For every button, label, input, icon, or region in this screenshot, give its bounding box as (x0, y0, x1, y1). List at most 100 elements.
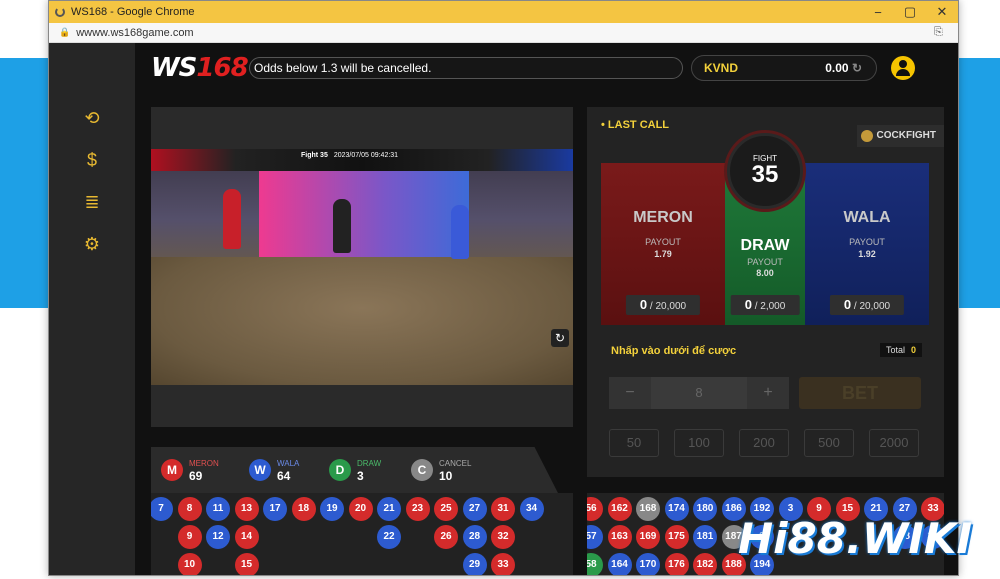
road-ball: 14 (234, 525, 259, 549)
increase-button[interactable]: + (747, 377, 789, 409)
bet-button[interactable]: BET (799, 377, 921, 409)
bet-panel: • LAST CALL COCKFIGHT MERON PAYOUT 1.79 … (587, 107, 944, 477)
cancel-stat-count: 10 (439, 469, 453, 483)
wala-card[interactable]: WALA PAYOUT 1.92 0 / 20,000 (805, 163, 929, 325)
road-ball: 29 (462, 553, 487, 575)
road-ball: 33 (491, 553, 515, 575)
wala-name: WALA (843, 209, 891, 226)
title-bar: WS168 - Google Chrome − ▢ ✕ (49, 1, 958, 23)
road-ball: 174 (664, 497, 689, 521)
chip-100[interactable]: 100 (674, 429, 724, 457)
wala-payout-label: PAYOUT (849, 237, 885, 247)
road-ball: 182 (693, 553, 717, 575)
video-panel: Fight 35 2023/07/05 09:42:31 ↻ (151, 107, 573, 427)
road-ball: 7 (151, 497, 173, 521)
road-ball: 19 (320, 497, 344, 521)
reload-icon[interactable]: ↻ (551, 329, 569, 347)
url-text[interactable]: wwww.ws168game.com (76, 27, 934, 39)
arena-floor (151, 257, 573, 385)
draw-payout: 8.00 (756, 268, 774, 278)
draw-pool: 0 / 2,000 (730, 295, 800, 315)
road-ball: 8 (177, 497, 202, 521)
road-ball: 25 (434, 497, 458, 521)
road-ball: 32 (491, 525, 515, 549)
road-ball: 11 (206, 497, 230, 521)
currency-label: KVND (704, 61, 739, 75)
meron-payout: 1.79 (654, 249, 672, 259)
report-icon[interactable]: ≣ (81, 191, 103, 213)
chip-50[interactable]: 50 (609, 429, 659, 457)
close-button[interactable]: ✕ (926, 4, 958, 20)
rooster-icon (860, 130, 873, 142)
road-ball: 18 (291, 497, 316, 521)
user-avatar-icon[interactable] (891, 56, 915, 80)
cancel-stat-label: CANCEL (439, 459, 472, 468)
window-title: WS168 - Google Chrome (71, 6, 195, 18)
header: WS168 Odds below 1.3 will be cancelled. … (135, 43, 958, 99)
chip-2000[interactable]: 2000 (869, 429, 919, 457)
road-ball: 180 (693, 497, 717, 521)
road-ball: 28 (462, 525, 487, 549)
result-road-left: 7 8 9 10 11 12 13 14 15 17 18 19 20 21 22 23 25 26 27 28 29 3… (151, 493, 573, 575)
road-ball: 168 (636, 497, 660, 521)
live-stream[interactable]: Fight 35 2023/07/05 09:42:31 ↻ (151, 149, 573, 385)
road-ball: 22 (377, 525, 401, 549)
road-ball: 175 (664, 525, 689, 549)
decrease-button[interactable]: − (609, 377, 651, 409)
road-ball: 176 (664, 553, 689, 575)
refresh-icon[interactable]: ↻ (852, 61, 862, 75)
road-ball: 21 (377, 497, 401, 521)
wala-pool: 0 / 20,000 (829, 295, 905, 315)
handler-red (223, 189, 241, 249)
notice-marquee: Odds below 1.3 will be cancelled. (249, 57, 683, 79)
logo[interactable]: WS168 (151, 53, 249, 83)
main-area: WS168 Odds below 1.3 will be cancelled. … (135, 43, 958, 575)
chip-200[interactable]: 200 (739, 429, 789, 457)
stream-title: Fight 35 2023/07/05 09:42:31 (301, 152, 399, 159)
draw-badge: D (329, 459, 351, 481)
stream-banner: Fight 35 2023/07/05 09:42:31 (151, 149, 573, 171)
chip-500[interactable]: 500 (804, 429, 854, 457)
wallet: KVND 0.00 ↻ (691, 55, 877, 81)
handler-blue (451, 205, 469, 259)
wala-stat-count: 64 (277, 469, 291, 483)
app: ⟲ $ ≣ ⚙ WS168 Odds below 1.3 will be can… (49, 43, 958, 575)
history-icon[interactable]: ⟲ (81, 107, 103, 129)
amount-input[interactable]: 8 (651, 377, 747, 409)
road-ball: 23 (405, 497, 430, 521)
wala-payout: 1.92 (858, 249, 876, 259)
referee (333, 199, 351, 253)
settings-icon[interactable]: ⚙ (81, 233, 103, 255)
sidebar: ⟲ $ ≣ ⚙ (49, 43, 135, 575)
road-ball: 57 (587, 525, 603, 549)
maximize-button[interactable]: ▢ (894, 4, 926, 20)
bet-prompt: Nhấp vào dưới để cược (611, 345, 737, 357)
watermark: Hi88.WIKI (738, 514, 973, 563)
road-ball: 162 (607, 497, 632, 521)
draw-name: DRAW (740, 237, 790, 254)
road-ball: 31 (491, 497, 515, 521)
last-call-status: • LAST CALL (601, 119, 670, 131)
result-stats: M MERON 69 W WALA 64 D DRAW 3 C CANCEL 1… (151, 447, 559, 495)
road-ball: 34 (519, 497, 544, 521)
meron-payout-label: PAYOUT (645, 237, 681, 247)
meron-card[interactable]: MERON PAYOUT 1.79 0 / 20,000 (601, 163, 725, 325)
wala-stat-label: WALA (277, 459, 300, 468)
road-ball: 181 (693, 525, 717, 549)
lock-icon[interactable]: 🔒 (59, 27, 70, 38)
road-ball: 12 (206, 525, 230, 549)
money-doc-icon[interactable]: $ (81, 149, 103, 171)
address-bar[interactable]: 🔒 wwww.ws168game.com ⎘ (49, 23, 958, 43)
amount-stepper: − 8 + (609, 377, 789, 409)
road-ball: 56 (587, 497, 603, 521)
minimize-button[interactable]: − (862, 5, 894, 20)
meron-badge: M (161, 459, 183, 481)
draw-payout-label: PAYOUT (747, 257, 783, 267)
translate-icon[interactable]: ⎘ (934, 26, 958, 39)
loading-icon (55, 7, 65, 17)
road-ball: 163 (607, 525, 632, 549)
road-ball: 26 (434, 525, 458, 549)
draw-stat-count: 3 (357, 469, 364, 483)
meron-stat-label: MERON (189, 459, 219, 468)
road-ball: 58 (587, 553, 603, 575)
